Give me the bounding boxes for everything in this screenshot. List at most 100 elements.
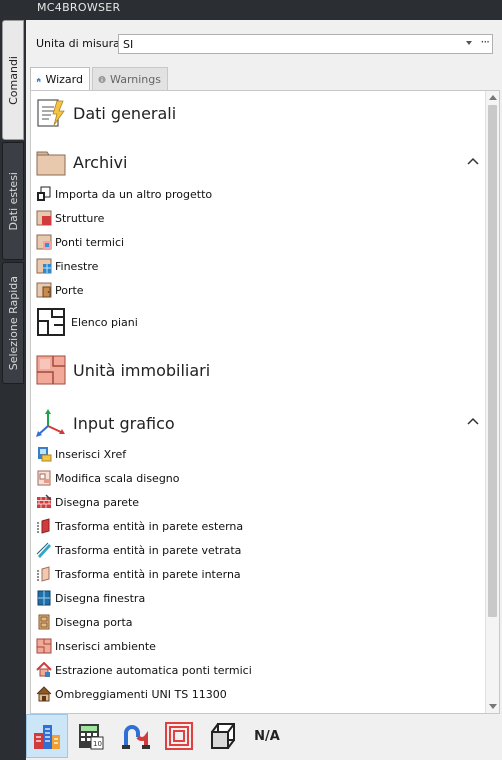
cube-3d-icon [211, 723, 235, 749]
item-label: Ombreggiamenti UNI TS 11300 [55, 687, 227, 701]
side-tab-label: Selezione Rapida [6, 275, 20, 371]
brick-wall-icon [37, 494, 52, 508]
scroll-up-icon[interactable] [489, 95, 497, 100]
archivi-item-finestre[interactable]: Finestre [36, 256, 98, 276]
bottom-btn-radiant[interactable] [158, 714, 200, 758]
tab-bar: Wizard Warnings [30, 67, 498, 91]
side-tab-label: Dati estesi [6, 171, 20, 231]
bottom-btn-3d[interactable] [202, 714, 244, 758]
room-icon [36, 638, 52, 654]
wizard-content: Dati generali Archivi Importa da un altr… [30, 90, 500, 714]
archivi-item-elenco-piani[interactable]: Elenco piani [36, 307, 138, 337]
bottom-toolbar: 10 N/A [26, 714, 502, 760]
bottom-btn-pipes[interactable] [114, 714, 156, 758]
input-item-ambiente[interactable]: Inserisci ambiente [36, 636, 156, 656]
input-item-disegna-parete[interactable]: Disegna parete [36, 492, 139, 512]
input-item-disegna-finestra[interactable]: Disegna finestra [36, 588, 145, 608]
scroll-thumb[interactable] [488, 105, 497, 617]
pipes-icon [122, 725, 150, 749]
side-tab-label: Comandi [6, 55, 20, 105]
city-buildings-icon [34, 725, 60, 749]
item-label: Disegna porta [55, 615, 133, 629]
document-edit-icon [37, 99, 65, 127]
more-options-icon[interactable]: ··· [481, 35, 491, 49]
input-item-ombreggiamenti[interactable]: Ombreggiamenti UNI TS 11300 [36, 684, 227, 704]
input-item-parete-vetrata[interactable]: Trasforma entità in parete vetrata [36, 540, 241, 560]
item-label: Importa da un altro progetto [55, 187, 213, 201]
draw-window-icon [37, 590, 51, 606]
item-label: Trasforma entità in parete vetrata [55, 543, 242, 557]
chevron-up-icon[interactable] [467, 417, 479, 425]
scale-drawing-icon [37, 470, 51, 486]
section-label: Input grafico [73, 413, 175, 433]
item-label: Trasforma entità in parete esterna [55, 519, 244, 533]
side-tab-dati-estesi[interactable]: Dati estesi [2, 142, 24, 260]
house-thermal-icon [36, 662, 52, 677]
xref-icon [38, 447, 52, 462]
archivi-item-ponti-termici[interactable]: Ponti termici [36, 232, 124, 252]
external-wall-icon [37, 518, 50, 534]
chevron-down-icon[interactable] [466, 41, 472, 45]
item-label: Ponti termici [55, 235, 125, 249]
item-label: Inserisci ambiente [55, 639, 156, 653]
unit-select[interactable]: SI ··· [118, 34, 493, 54]
bottom-btn-building[interactable] [26, 714, 68, 758]
input-item-scala[interactable]: Modifica scala disegno [36, 468, 180, 488]
shading-house-icon [36, 686, 52, 702]
input-item-disegna-porta[interactable]: Disegna porta [36, 612, 133, 632]
input-item-parete-esterna[interactable]: Trasforma entità in parete esterna [36, 516, 243, 536]
bottom-btn-na[interactable]: N/A [246, 714, 288, 758]
tab-label: Warnings [110, 72, 161, 86]
archivi-item-porte[interactable]: Porte [36, 280, 84, 300]
doors-archive-icon [36, 282, 52, 298]
tab-wizard[interactable]: Wizard [30, 67, 90, 91]
svg-text:10: 10 [93, 740, 102, 748]
import-project-icon [37, 186, 51, 201]
item-label: Disegna finestra [55, 591, 146, 605]
item-label: Elenco piani [71, 315, 138, 329]
archivi-item-strutture[interactable]: Strutture [36, 208, 104, 228]
structures-icon [36, 210, 52, 226]
bottom-btn-calculator[interactable]: 10 [70, 714, 112, 758]
scroll-down-icon[interactable] [489, 704, 497, 709]
input-item-ponti-termici[interactable]: Estrazione automatica ponti termici [36, 660, 252, 680]
side-tab-comandi[interactable]: Comandi [2, 20, 24, 140]
section-unita-immobiliari[interactable]: Unità immobiliari [35, 354, 210, 386]
side-tab-strip: Comandi Dati estesi Selezione Rapida [0, 0, 25, 760]
axes-3d-icon [36, 409, 65, 437]
archivi-item-importa[interactable]: Importa da un altro progetto [36, 184, 212, 204]
internal-wall-icon [37, 566, 50, 582]
item-label: Modifica scala disegno [55, 471, 180, 485]
vertical-scrollbar[interactable] [485, 91, 499, 713]
unit-label: Unita di misura [36, 37, 120, 50]
section-dati-generali[interactable]: Dati generali [35, 97, 176, 129]
draw-door-icon [38, 614, 50, 630]
folder-icon [36, 151, 66, 176]
input-item-xref[interactable]: Inserisci Xref [36, 444, 126, 464]
tab-label: Wizard [45, 73, 83, 86]
item-label: Estrazione automatica ponti termici [55, 663, 252, 677]
unit-value: SI [123, 38, 134, 51]
section-label: Archivi [73, 152, 128, 172]
item-label: Disegna parete [55, 495, 140, 509]
browser-panel: Unita di misura SI ··· Wizard Warnings D… [26, 20, 502, 760]
section-label: Unità immobiliari [73, 360, 211, 380]
na-label: N/A [254, 728, 280, 744]
tab-warnings[interactable]: Warnings [92, 67, 168, 90]
section-input-grafico[interactable]: Input grafico [35, 407, 175, 439]
radiant-floor-icon [165, 722, 193, 750]
item-label: Inserisci Xref [55, 447, 127, 461]
item-label: Finestre [55, 259, 99, 273]
section-label: Dati generali [73, 103, 177, 123]
side-tab-selezione-rapida[interactable]: Selezione Rapida [2, 262, 24, 384]
item-label: Porte [55, 283, 84, 297]
floor-plan-icon [37, 308, 65, 336]
chevron-up-icon[interactable] [467, 157, 479, 165]
section-archivi[interactable]: Archivi [35, 147, 127, 177]
windows-archive-icon [36, 258, 52, 274]
window-title: MC4BROWSER [25, 0, 502, 17]
info-icon [98, 75, 106, 83]
thermal-bridges-icon [36, 234, 52, 250]
input-item-parete-interna[interactable]: Trasforma entità in parete interna [36, 564, 241, 584]
glass-wall-icon [36, 542, 51, 558]
